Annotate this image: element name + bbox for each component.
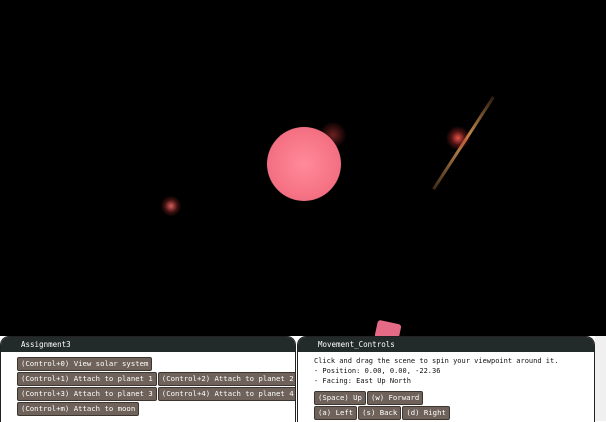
button-row: (Control+m) Attach to moon — [17, 402, 295, 416]
a-left-button[interactable]: (a) Left — [314, 406, 358, 420]
planet-2 — [446, 126, 470, 150]
webgl-canvas[interactable] — [0, 0, 606, 336]
s-back-button[interactable]: (s) Back — [358, 406, 402, 420]
assignment-panel: Assignment3 (Control+0) View solar syste… — [0, 336, 296, 422]
control-0-view-solar-system-button[interactable]: (Control+0) View solar system — [17, 357, 153, 371]
button-row: (Control+0) View solar system — [17, 357, 295, 371]
movement-controls: (Space) Up (w) Forward (a) Left (s) Back (d)… — [298, 386, 594, 420]
assignment-panel-title: Assignment3 — [1, 337, 295, 352]
assignment-controls: (Control+0) View solar system (Control+1)… — [1, 352, 295, 416]
planet-3 — [161, 196, 181, 216]
w-forward-button[interactable]: (w) Forward — [366, 391, 424, 405]
control-4-attach-to-planet-4-button[interactable]: (Control+4) Attach to planet 4 — [157, 387, 295, 401]
info-line: - Position: 0.00, 0.00, -22.36 — [314, 367, 441, 375]
d-right-button[interactable]: (d) Right — [402, 406, 450, 420]
sun — [267, 127, 341, 201]
movement-controls-panel: Movement_Controls Click and drag the sce… — [297, 336, 595, 422]
button-row: (Space) Up (w) Forward — [314, 391, 594, 405]
info-line: Click and drag the scene to spin your vi… — [314, 357, 559, 365]
scrollbar[interactable] — [595, 336, 606, 421]
moon — [374, 319, 402, 336]
control-m-attach-to-moon-button[interactable]: (Control+m) Attach to moon — [17, 402, 140, 416]
movement-info: Click and drag the scene to spin your vi… — [298, 352, 594, 386]
info-line: - Facing: East Up North — [314, 377, 411, 385]
button-row: (a) Left (s) Back (d) Right — [314, 406, 594, 420]
space-up-button[interactable]: (Space) Up — [314, 391, 366, 405]
control-3-attach-to-planet-3-button[interactable]: (Control+3) Attach to planet 3 — [17, 387, 157, 401]
button-row: (Control+1) Attach to planet 1 (Control+2… — [17, 372, 295, 386]
movement-controls-title: Movement_Controls — [298, 337, 594, 352]
control-2-attach-to-planet-2-button[interactable]: (Control+2) Attach to planet 2 — [157, 372, 295, 386]
button-row: (Control+3) Attach to planet 3 (Control+4… — [17, 387, 295, 401]
control-1-attach-to-planet-1-button[interactable]: (Control+1) Attach to planet 1 — [17, 372, 157, 386]
